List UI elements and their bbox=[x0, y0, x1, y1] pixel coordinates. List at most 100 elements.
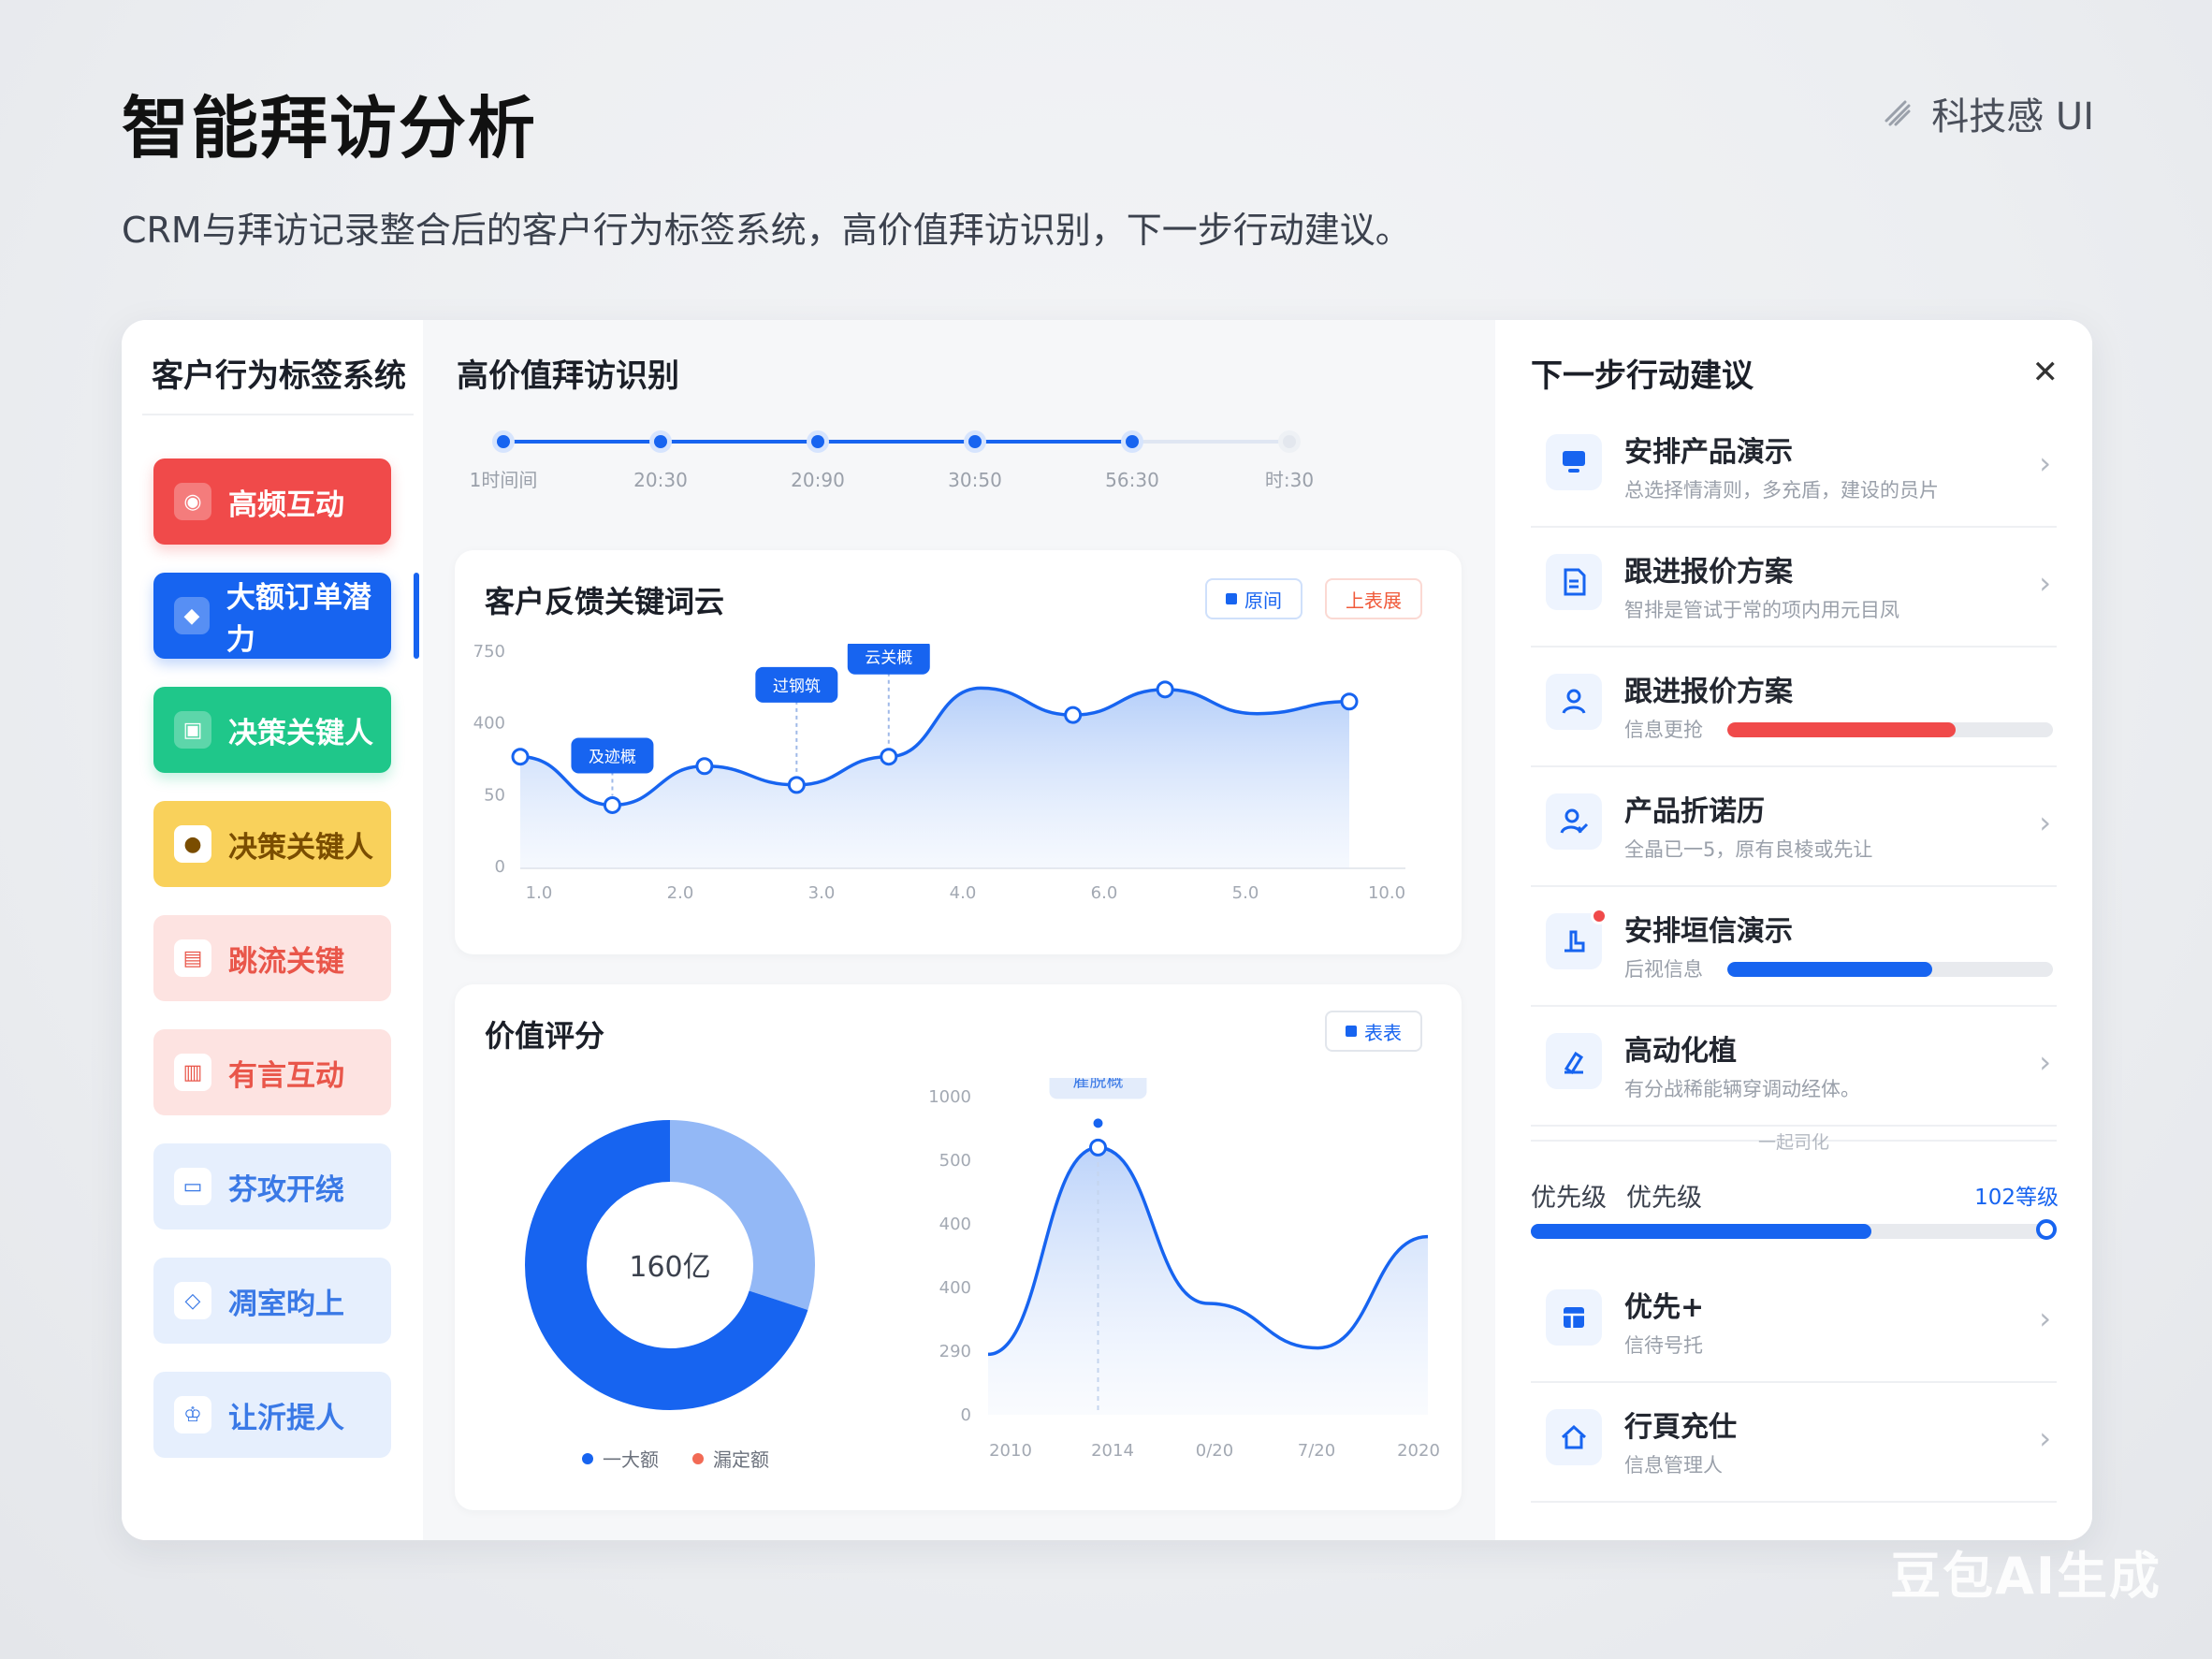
timeline-node[interactable] bbox=[1278, 430, 1301, 453]
close-icon[interactable]: ✕ bbox=[2032, 354, 2059, 391]
tag-item[interactable]: ◇ 凋室昀上 bbox=[153, 1258, 391, 1344]
tag-system-column: 客户行为标签系统 ◉ 高频互动 ◆ 大额订单潜力 ▣ 决策关键人 ● 决策关键人 ▤ 跳流关键 ▥ 有… bbox=[122, 320, 423, 1540]
y-tick-label: 750 bbox=[473, 644, 505, 662]
tag-item[interactable]: ▤ 跳流关键 bbox=[153, 915, 391, 1001]
priority-slider-handle[interactable] bbox=[2036, 1219, 2057, 1240]
high-value-title: 高价值拜访识别 bbox=[457, 357, 679, 395]
action-subtitle: 后视信息 bbox=[1624, 958, 1703, 981]
x-tick-label: 3.0 bbox=[808, 883, 836, 903]
high-value-column: 高价值拜访识别 1时间间 20:30 20:90 30:50 56:30 时:30 客户反… bbox=[423, 320, 1495, 1540]
tag-label: 跳流关键 bbox=[228, 944, 344, 979]
action-item[interactable]: 优先+ 信待号托 › bbox=[1531, 1265, 2057, 1383]
data-point[interactable] bbox=[1064, 706, 1083, 724]
chevron-right-icon[interactable]: › bbox=[2039, 805, 2051, 840]
tag-icon: ▭ bbox=[174, 1168, 211, 1205]
data-point[interactable] bbox=[511, 748, 530, 766]
y-tick-label: 290 bbox=[939, 1342, 971, 1361]
chevron-right-icon[interactable]: › bbox=[2039, 1420, 2051, 1456]
chip-table[interactable]: 上表展 bbox=[1325, 578, 1422, 619]
chip-table-label: 上表展 bbox=[1346, 589, 1402, 612]
tag-item[interactable]: ● 决策关键人 bbox=[153, 801, 391, 887]
tag-label: 大额订单潜力 bbox=[226, 581, 371, 657]
action-progress bbox=[1727, 722, 2053, 737]
tag-item[interactable]: ◆ 大额订单潜力 bbox=[153, 573, 391, 659]
action-subtitle: 信息管理人 bbox=[1624, 1454, 1723, 1477]
timeline-label: 1时间间 bbox=[470, 469, 538, 491]
y-tick-label: 0 bbox=[961, 1405, 971, 1425]
action-item[interactable]: 安排垣信演示 后视信息 bbox=[1531, 889, 2057, 1007]
chip-original-label: 原间 bbox=[1244, 589, 1282, 612]
data-point[interactable] bbox=[1340, 692, 1359, 711]
timeline-label: 20:30 bbox=[633, 469, 688, 491]
visit-timeline[interactable]: 1时间间 20:30 20:90 30:50 56:30 时:30 bbox=[453, 425, 1463, 509]
chip-original[interactable]: 原间 bbox=[1205, 578, 1302, 619]
x-tick-label: 2020 bbox=[1397, 1441, 1440, 1461]
action-item[interactable]: 高动化植 有分战稀能辆穿调动经体。 › bbox=[1531, 1009, 2057, 1127]
x-tick-label: 5.0 bbox=[1232, 883, 1259, 903]
tag-label: 决策关键人 bbox=[228, 716, 373, 750]
tag-icon: ▤ bbox=[174, 939, 211, 977]
square-icon bbox=[1226, 593, 1237, 604]
priority-slider[interactable] bbox=[1531, 1219, 2057, 1240]
callout-label: 过钢筑 bbox=[773, 677, 821, 696]
action-item[interactable]: 跟进报价方案 信息更抢 bbox=[1531, 649, 2057, 767]
data-point[interactable] bbox=[880, 748, 898, 766]
tag-icon: ◆ bbox=[174, 597, 210, 634]
donut-legend: 一大额 漏定额 bbox=[582, 1445, 769, 1472]
tag-label: 让沂提人 bbox=[228, 1401, 344, 1435]
chart-callout[interactable]: 雇脱概 bbox=[1049, 1078, 1147, 1099]
action-subtitle: 全晶已一5，原有良棱或先让 bbox=[1624, 838, 1873, 861]
timeline-node[interactable] bbox=[964, 430, 986, 453]
tag-item[interactable]: ▭ 芬攻开绕 bbox=[153, 1143, 391, 1230]
chart-callout[interactable]: 及迹概 bbox=[571, 737, 654, 796]
chevron-right-icon[interactable]: › bbox=[2039, 565, 2051, 601]
x-tick-label: 2010 bbox=[989, 1441, 1032, 1461]
action-title: 行頁充仕 bbox=[1624, 1411, 1737, 1444]
chevron-right-icon[interactable]: › bbox=[2039, 1301, 2051, 1336]
value-area-chart: 0 290 400 400 500 1000 2010 2014 0/20 7/20 2020 雇脱概 bbox=[928, 1078, 1440, 1461]
y-tick-label: 0 bbox=[495, 857, 505, 877]
timeline-node[interactable] bbox=[649, 430, 672, 453]
action-subtitle: 智排是管试于常的项内用元目凤 bbox=[1624, 599, 1899, 621]
tag-item[interactable]: ◉ 高频互动 bbox=[153, 458, 391, 545]
legend-item: 漏定额 bbox=[692, 1445, 769, 1472]
peak-pin bbox=[1093, 1118, 1103, 1128]
page-subtitle: CRM与拜访记录整合后的客户行为标签系统，高价值拜访识别，下一步行动建议。 bbox=[122, 210, 1411, 251]
x-tick-label: 2014 bbox=[1091, 1441, 1134, 1461]
dashboard-panel: 客户行为标签系统 ◉ 高频互动 ◆ 大额订单潜力 ▣ 决策关键人 ● 决策关键人 ▤ 跳流关键 ▥ 有… bbox=[122, 320, 2092, 1540]
data-point[interactable] bbox=[603, 795, 621, 814]
legend-dot bbox=[692, 1452, 704, 1464]
tag-item[interactable]: ▣ 决策关键人 bbox=[153, 687, 391, 773]
keyword-cloud-title: 客户反馈关键词云 bbox=[485, 584, 725, 619]
y-tick-label: 400 bbox=[473, 714, 505, 734]
brand-icon bbox=[1885, 100, 1911, 126]
section-divider-label: 一起司化 bbox=[1757, 1132, 1829, 1153]
chart-callout[interactable]: 云关概 bbox=[847, 644, 930, 748]
tag-label: 凋室昀上 bbox=[228, 1287, 344, 1321]
action-item[interactable]: 产品折诺历 全晶已一5，原有良棱或先让 › bbox=[1531, 769, 2057, 887]
legend-dot bbox=[582, 1452, 593, 1464]
next-actions-title: 下一步行动建议 bbox=[1531, 357, 1754, 395]
action-item[interactable]: 安排产品演示 总选择情清则，多充盾，建设的员片 › bbox=[1531, 410, 2057, 528]
chevron-right-icon[interactable]: › bbox=[2039, 1044, 2051, 1080]
chevron-right-icon[interactable]: › bbox=[2039, 445, 2051, 481]
notification-badge bbox=[1591, 908, 1608, 924]
chip-chart-table[interactable]: 表表 bbox=[1325, 1011, 1422, 1052]
data-point[interactable] bbox=[787, 776, 806, 794]
action-item[interactable]: 行頁充仕信息管理人 › bbox=[1531, 1385, 2057, 1503]
data-point[interactable] bbox=[1156, 680, 1174, 699]
action-item[interactable]: 跟进报价方案 智排是管试于常的项内用元目凤 › bbox=[1531, 530, 2057, 648]
divider bbox=[142, 414, 414, 415]
tag-icon: ▣ bbox=[174, 711, 211, 749]
tag-item[interactable]: ♔ 让沂提人 bbox=[153, 1372, 391, 1458]
data-point[interactable] bbox=[1089, 1138, 1107, 1157]
chart-callout[interactable]: 过钢筑 bbox=[755, 666, 838, 776]
timeline-node[interactable] bbox=[492, 430, 515, 453]
tag-item[interactable]: ▥ 有言互动 bbox=[153, 1029, 391, 1115]
timeline-node[interactable] bbox=[807, 430, 829, 453]
timeline-node[interactable] bbox=[1121, 430, 1143, 453]
monitor-icon bbox=[1546, 434, 1602, 490]
action-title: 优先+ bbox=[1624, 1291, 1705, 1324]
tag-icon: ◇ bbox=[174, 1282, 211, 1319]
data-point[interactable] bbox=[695, 757, 714, 776]
